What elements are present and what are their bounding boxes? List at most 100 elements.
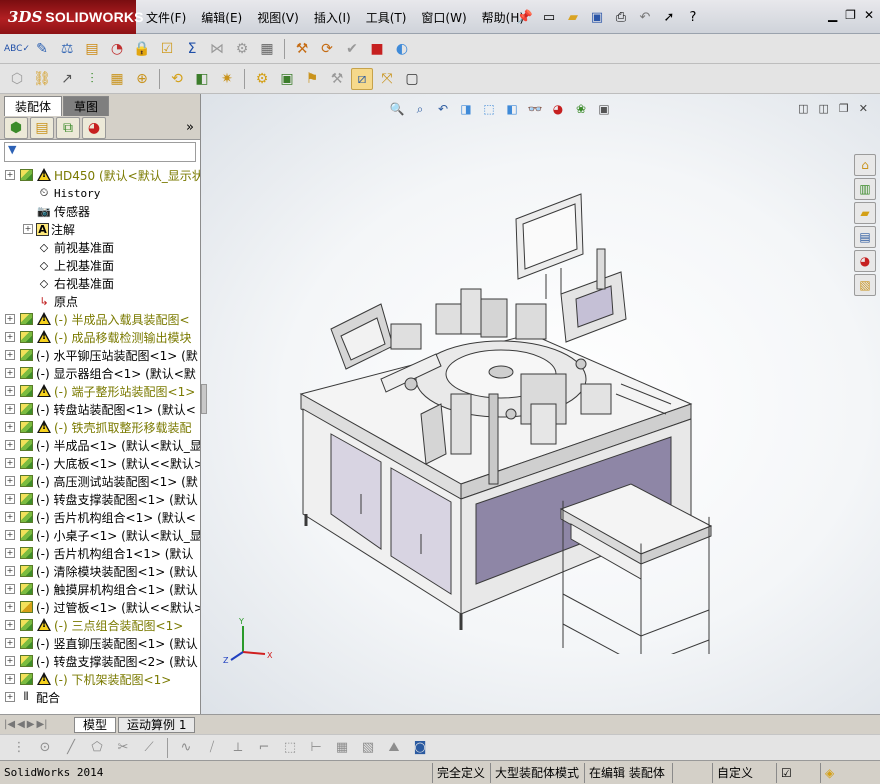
tree-item[interactable]: + (-) 清除模块装配图<1> (默认	[0, 562, 200, 580]
section-view-icon[interactable]: ◨	[456, 100, 476, 118]
tree-item[interactable]: + (-) 铁壳抓取整形移载装配	[0, 418, 200, 436]
expand-toggle-icon[interactable]: +	[5, 692, 15, 702]
expand-toggle-icon[interactable]: +	[5, 386, 15, 396]
tree-item[interactable]: + (-) 转盘支撑装配图<2> (默认	[0, 652, 200, 670]
display-style-icon[interactable]: ◧	[502, 100, 522, 118]
dimension-icon[interactable]: ▤	[81, 38, 103, 60]
smart-mate-icon[interactable]: ⊕	[131, 68, 153, 90]
hide-show-items-icon[interactable]: 👓	[525, 100, 545, 118]
menu-insert[interactable]: 插入(I)	[314, 9, 351, 26]
zoom-to-fit-icon[interactable]: 🔍	[387, 100, 407, 118]
check-icon[interactable]: ✔	[341, 38, 363, 60]
polygon-icon[interactable]: ⬠	[86, 737, 108, 759]
zoom-area-icon[interactable]: ⌕	[410, 100, 430, 118]
property-manager-icon[interactable]: ▤	[30, 116, 54, 139]
interference-detection-icon[interactable]: ⧄	[351, 67, 373, 90]
tree-item[interactable]: + (-) 端子整形站装配图<1>	[0, 382, 200, 400]
trim-icon[interactable]: ✂	[112, 737, 134, 759]
tab-model[interactable]: 模型	[74, 716, 117, 733]
view-orientation-icon[interactable]: ⬚	[479, 100, 499, 118]
home-icon[interactable]: ⌂	[854, 154, 876, 176]
expand-toggle-icon[interactable]: +	[5, 584, 15, 594]
restore-window-icon[interactable]: ❐	[839, 102, 849, 115]
next-tab-icon[interactable]: ▶	[27, 719, 35, 730]
view-palette-icon[interactable]: ▤	[854, 226, 876, 248]
tree-item[interactable]: + (-) 三点组合装配图<1>	[0, 616, 200, 634]
tile-left-icon[interactable]: ◫	[798, 102, 808, 115]
exploded-view-icon[interactable]: ⚒	[326, 68, 348, 90]
rotate-icon[interactable]: ⟳	[316, 38, 338, 60]
tree-item[interactable]: + (-) 下机架装配图<1>	[0, 670, 200, 688]
previous-view-icon[interactable]: ↶	[433, 100, 453, 118]
dimension-sketch-icon[interactable]: ⊢	[305, 737, 327, 759]
offset-icon[interactable]: ⟋	[138, 737, 160, 759]
tab-sketch[interactable]: 草图	[63, 96, 110, 116]
point-icon[interactable]: ⋮	[8, 737, 30, 759]
lock-icon[interactable]: 🔒	[131, 38, 153, 60]
assembly-features-icon[interactable]: ✷	[216, 68, 238, 90]
undo-icon[interactable]: ↶	[635, 7, 655, 27]
rebuild-icon[interactable]: ☑	[776, 762, 820, 783]
expand-toggle-icon[interactable]: +	[5, 476, 15, 486]
tab-assembly[interactable]: 装配体	[4, 96, 63, 116]
expand-toggle-icon[interactable]: +	[5, 422, 15, 432]
save-icon[interactable]: ▣	[587, 7, 607, 27]
camera-icon[interactable]: ◙	[409, 737, 431, 759]
display-manager-icon[interactable]: ◕	[82, 116, 106, 139]
view-settings-icon[interactable]: ▣	[594, 100, 614, 118]
close-window-icon[interactable]: ✕	[859, 102, 868, 115]
tree-item[interactable]: + (-) 转盘支撑装配图<1> (默认	[0, 490, 200, 508]
pin-icon[interactable]: 📌	[515, 7, 535, 27]
spell-check-icon[interactable]: ABC✓	[4, 38, 30, 60]
menu-tools[interactable]: 工具(T)	[366, 9, 407, 26]
minimize-icon[interactable]: ▁	[828, 8, 837, 22]
corner-icon[interactable]: ⌐	[253, 737, 275, 759]
pattern-icon[interactable]: ▦	[106, 68, 128, 90]
menu-view[interactable]: 视图(V)	[257, 9, 299, 26]
tree-item[interactable]: + (-) 成品移载检测输出模块	[0, 328, 200, 346]
mirror-entities-icon[interactable]: ⟂	[227, 737, 249, 759]
expand-toggle-icon[interactable]: +	[5, 494, 15, 504]
assembly-tool-icon[interactable]: ⚒	[291, 38, 313, 60]
help-icon[interactable]: ?	[683, 7, 703, 27]
expand-toggle-icon[interactable]: +	[5, 674, 15, 684]
more-tabs-icon[interactable]: »	[186, 120, 194, 135]
expand-toggle-icon[interactable]: +	[5, 656, 15, 666]
expand-toggle-icon[interactable]: +	[5, 332, 15, 342]
first-tab-icon[interactable]: |◀	[4, 719, 15, 730]
print-icon[interactable]: ⎙	[611, 7, 631, 27]
mirror-icon[interactable]: ⋈	[206, 38, 228, 60]
status-units[interactable]: 自定义	[712, 762, 776, 783]
tree-item[interactable]: + (-) 竖直铆压装配图<1> (默认	[0, 634, 200, 652]
spline-icon[interactable]: ∿	[175, 737, 197, 759]
tree-item[interactable]: + (-) 高压测试站装配图<1> (默	[0, 472, 200, 490]
new-document-icon[interactable]: ▭	[539, 7, 559, 27]
circle-icon[interactable]: ⊙	[34, 737, 56, 759]
rotate-component-icon[interactable]: ⟲	[166, 68, 188, 90]
expand-toggle-icon[interactable]: +	[23, 224, 33, 234]
tree-item[interactable]: + (-) 水平铆压站装配图<1> (默	[0, 346, 200, 364]
tab-motion-study[interactable]: 运动算例 1	[118, 716, 196, 733]
restore-icon[interactable]: ❐	[845, 8, 856, 22]
tree-item[interactable]: + (-) 半成品入载具装配图<	[0, 310, 200, 328]
new-motion-study-icon[interactable]: ▣	[276, 68, 298, 90]
tree-item[interactable]: + (-) 舌片机构组合<1> (默认<	[0, 508, 200, 526]
expand-toggle-icon[interactable]: +	[5, 368, 15, 378]
panel-collapse-handle[interactable]	[201, 384, 207, 414]
gauge-icon[interactable]: ◔	[106, 38, 128, 60]
tree-item[interactable]: + HD450 (默认<默认_显示状态	[0, 166, 200, 184]
appearances-icon[interactable]: ◕	[854, 250, 876, 272]
tree-item[interactable]: + (-) 转盘站装配图<1> (默认<	[0, 400, 200, 418]
solidworks-logo[interactable]: 3DS SOLIDWORKS	[0, 0, 144, 34]
close-icon[interactable]: ✕	[864, 8, 874, 22]
tree-item[interactable]: ◇ 右视基准面	[0, 274, 200, 292]
tree-item[interactable]: + (-) 显示器组合<1> (默认<默	[0, 364, 200, 382]
expand-toggle-icon[interactable]: +	[5, 566, 15, 576]
expand-toggle-icon[interactable]: +	[5, 620, 15, 630]
tile-right-icon[interactable]: ◫	[819, 102, 829, 115]
expand-toggle-icon[interactable]: +	[5, 440, 15, 450]
expand-toggle-icon[interactable]: +	[5, 638, 15, 648]
reference-geometry-icon[interactable]: ⚙	[251, 68, 273, 90]
prev-tab-icon[interactable]: ◀	[17, 719, 25, 730]
sigma-icon[interactable]: Σ	[181, 38, 203, 60]
